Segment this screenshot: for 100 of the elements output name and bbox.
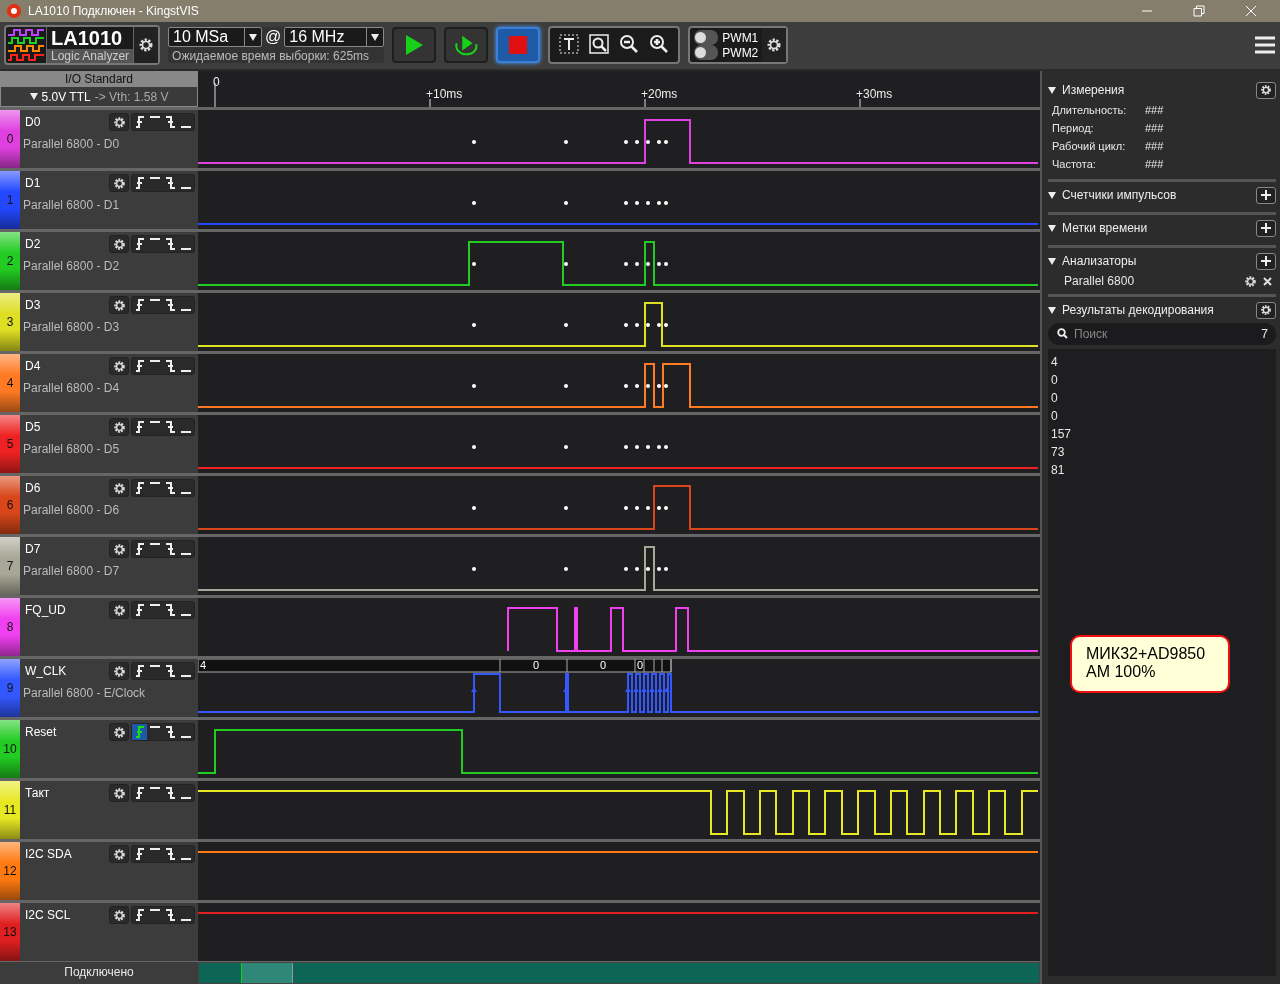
falling-edge-trigger-button[interactable] xyxy=(163,846,178,862)
falling-edge-icon xyxy=(166,543,175,555)
collapse-icon xyxy=(1048,257,1056,265)
channel-settings-button[interactable] xyxy=(109,296,129,314)
pwm-label: PWM2 xyxy=(722,45,759,60)
channel-settings-button[interactable] xyxy=(109,906,129,924)
channel-analyzer-label: Parallel 6800 - D5 xyxy=(23,442,121,456)
window-title: LA1010 Подключен - KingstVIS xyxy=(28,3,199,18)
section-header[interactable]: Метки времени xyxy=(1062,221,1250,235)
falling-edge-trigger-button[interactable] xyxy=(163,419,178,435)
falling-edge-trigger-button[interactable] xyxy=(163,724,178,740)
channel-settings-button[interactable] xyxy=(109,601,129,619)
measurement-label: Период: xyxy=(1052,121,1095,136)
gear-icon xyxy=(112,542,126,556)
gear-icon xyxy=(112,481,126,495)
section-header[interactable]: Результаты декодирования xyxy=(1062,303,1250,317)
falling-edge-trigger-button[interactable] xyxy=(163,114,178,130)
rising-edge-icon xyxy=(135,238,144,250)
add-button[interactable] xyxy=(1256,252,1276,270)
falling-edge-trigger-button[interactable] xyxy=(163,785,178,801)
bus-value: 4 xyxy=(200,659,207,671)
rising-edge-icon xyxy=(135,116,144,128)
channel-settings-button[interactable] xyxy=(109,418,129,436)
rising-edge-icon xyxy=(135,482,144,494)
section-header[interactable]: Счетчики импульсов xyxy=(1062,188,1250,202)
falling-edge-trigger-button[interactable] xyxy=(163,297,178,313)
falling-edge-trigger-button[interactable] xyxy=(163,602,178,618)
pwm-toggle[interactable] xyxy=(694,45,719,61)
falling-edge-trigger-button[interactable] xyxy=(163,541,178,557)
channel-number: 5 xyxy=(6,436,14,452)
channel-settings-button[interactable] xyxy=(109,662,129,680)
gear-icon xyxy=(112,298,126,312)
channel-settings-button[interactable] xyxy=(109,357,129,375)
channel-settings-button[interactable] xyxy=(109,845,129,863)
bus-value: 0 xyxy=(533,659,540,671)
channel-number: 9 xyxy=(6,680,14,696)
decode-result[interactable]: 0 xyxy=(1051,407,1058,425)
gear-icon xyxy=(112,115,126,129)
channel-name: D0 xyxy=(24,115,42,129)
repeat-start-button[interactable] xyxy=(444,27,489,64)
restore-icon[interactable] xyxy=(1193,4,1205,17)
settings-icon[interactable] xyxy=(1244,274,1257,288)
channel-settings-button[interactable] xyxy=(109,540,129,558)
channel-settings-button[interactable] xyxy=(109,784,129,802)
settings-button[interactable] xyxy=(134,27,159,64)
falling-edge-trigger-button[interactable] xyxy=(163,358,178,374)
gear-icon xyxy=(112,786,126,800)
gear-icon xyxy=(138,37,155,54)
channel-name: Reset xyxy=(24,725,58,739)
gear-icon xyxy=(112,664,126,678)
settings-button[interactable] xyxy=(1256,81,1276,99)
channel-settings-button[interactable] xyxy=(109,235,129,253)
falling-edge-icon xyxy=(166,604,175,616)
play-icon xyxy=(404,34,425,57)
channel-number: 10 xyxy=(3,741,17,757)
app-logo-icon xyxy=(6,2,22,19)
falling-edge-trigger-button[interactable] xyxy=(163,480,178,496)
add-button[interactable] xyxy=(1256,186,1276,204)
decode-result[interactable]: 81 xyxy=(1051,461,1065,479)
decode-result[interactable]: 157 xyxy=(1051,425,1072,443)
menu-icon[interactable] xyxy=(1254,35,1276,56)
falling-edge-trigger-button[interactable] xyxy=(163,907,178,923)
channel-name: D4 xyxy=(24,359,42,373)
section-header[interactable]: Измерения xyxy=(1062,83,1250,97)
sample-depth-dropdown[interactable]: 10 MSa xyxy=(168,27,263,48)
sample-rate-dropdown[interactable]: 16 MHz xyxy=(284,27,385,48)
channel-number: 8 xyxy=(6,619,14,635)
pwm-toggle[interactable] xyxy=(694,30,719,46)
pwm-settings-button[interactable] xyxy=(762,28,787,63)
falling-edge-trigger-button[interactable] xyxy=(163,663,178,679)
channel-settings-button[interactable] xyxy=(109,174,129,192)
rising-edge-icon xyxy=(135,665,144,677)
io-level-dropdown[interactable]: 5.0V TTL xyxy=(41,89,91,104)
section-header[interactable]: Анализаторы xyxy=(1062,254,1250,268)
falling-edge-trigger-button[interactable] xyxy=(163,175,178,191)
channel-number: 4 xyxy=(6,375,14,391)
falling-edge-icon xyxy=(166,360,175,372)
channel-number: 3 xyxy=(6,314,14,330)
start-button[interactable] xyxy=(392,27,437,64)
analyzer-name[interactable]: Parallel 6800 xyxy=(1064,274,1135,288)
settings-button[interactable] xyxy=(1256,301,1276,319)
decode-result[interactable]: 0 xyxy=(1051,389,1058,407)
decode-result[interactable]: 4 xyxy=(1051,353,1058,371)
add-button[interactable] xyxy=(1256,219,1276,237)
decode-result[interactable]: 73 xyxy=(1051,443,1065,461)
overview-scrollbar[interactable] xyxy=(198,962,1040,984)
device-subtitle: Logic Analyzer xyxy=(47,49,134,64)
gear-icon xyxy=(112,603,126,617)
close-icon[interactable] xyxy=(1263,276,1272,286)
decode-result[interactable]: 0 xyxy=(1051,371,1058,389)
falling-edge-icon xyxy=(166,848,175,860)
falling-edge-icon xyxy=(166,299,175,311)
scroll-thumb[interactable] xyxy=(241,963,293,983)
channel-settings-button[interactable] xyxy=(109,723,129,741)
channel-settings-button[interactable] xyxy=(109,113,129,131)
rising-edge-icon xyxy=(135,177,144,189)
zoom-in-icon xyxy=(649,33,670,54)
channel-settings-button[interactable] xyxy=(109,479,129,497)
falling-edge-trigger-button[interactable] xyxy=(163,236,178,252)
rising-edge-icon xyxy=(135,543,144,555)
